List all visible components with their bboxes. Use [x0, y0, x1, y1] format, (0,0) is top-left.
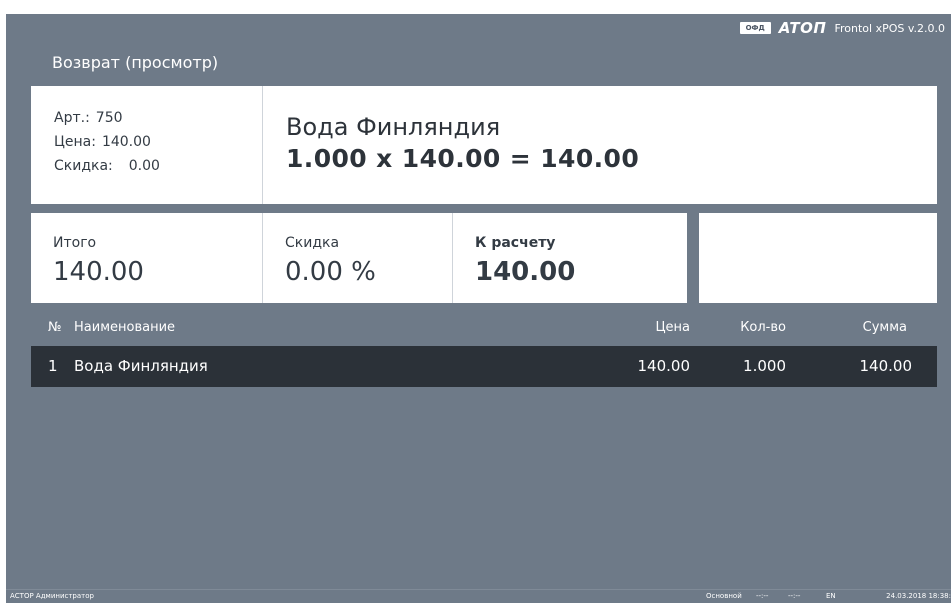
amount-due-cell: К расчету 140.00	[453, 213, 687, 303]
discount-cell: Скидка 0.00 %	[263, 213, 453, 303]
column-header-price: Цена	[655, 320, 690, 335]
ofd-badge: ОФД	[739, 22, 771, 34]
column-header-quantity: Кол-во	[740, 320, 786, 335]
brand-strip: ОФД ATOΠ Frontol xPOS v.2.0.0	[739, 19, 945, 37]
column-header-number: №	[48, 320, 62, 335]
price-label: Цена:	[54, 134, 96, 150]
status-mode: Основной	[706, 592, 742, 600]
row-name: Вода Финляндия	[74, 357, 208, 375]
item-summary: Вода Финляндия 1.000 x 140.00 = 140.00	[286, 112, 639, 176]
item-details: Арт.: 750 Цена: 140.00 Скидка: 0.00	[31, 86, 263, 204]
status-user: АСТОР Администратор	[10, 592, 94, 600]
discount-total-value: 0.00 %	[285, 257, 376, 287]
column-header-sum: Сумма	[862, 320, 907, 335]
price-value: 140.00	[101, 134, 151, 150]
row-quantity: 1.000	[743, 357, 786, 375]
item-formula: 1.000 x 140.00 = 140.00	[286, 144, 640, 173]
discount-value: 0.00	[128, 158, 160, 174]
receipt-table-header: № Наименование Цена Кол-во Сумма	[31, 320, 937, 342]
app-version: Frontol xPOS v.2.0.0	[834, 21, 945, 35]
total-label: Итого	[53, 235, 97, 251]
article-line: Арт.: 750	[54, 106, 262, 130]
article-value: 750	[95, 110, 123, 126]
screen-title: Возврат (просмотр)	[52, 53, 219, 72]
totals-panel: Итого 140.00 Скидка 0.00 % К расчету 140…	[31, 213, 687, 303]
total-cell: Итого 140.00	[31, 213, 263, 303]
row-sum: 140.00	[859, 357, 913, 375]
row-price: 140.00	[637, 357, 691, 375]
amount-due-label: К расчету	[475, 235, 556, 251]
discount-total-label: Скидка	[285, 235, 340, 251]
price-line: Цена: 140.00	[54, 130, 262, 154]
article-label: Арт.:	[54, 110, 90, 126]
table-row[interactable]: 1 Вода Финляндия 140.00 1.000 140.00	[31, 346, 937, 387]
row-number: 1	[48, 357, 58, 375]
discount-label: Скидка:	[54, 158, 113, 174]
pos-screen: ОФД ATOΠ Frontol xPOS v.2.0.0 Возврат (п…	[6, 14, 951, 603]
aton-logo: ATOΠ	[778, 19, 827, 37]
status-field-2: --:--	[788, 592, 801, 600]
status-bar: АСТОР Администратор Основной --:-- --:--…	[6, 589, 951, 603]
amount-due-value: 140.00	[475, 257, 576, 287]
column-header-name: Наименование	[74, 320, 176, 335]
status-field-1: --:--	[756, 592, 769, 600]
status-language: EN	[826, 592, 836, 600]
item-info-panel: Арт.: 750 Цена: 140.00 Скидка: 0.00 Вода Фи…	[31, 86, 937, 204]
status-datetime: 24.03.2018 18:38:	[886, 592, 951, 600]
item-name: Вода Финляндия	[286, 113, 501, 141]
discount-line: Скидка: 0.00	[54, 154, 262, 178]
total-value: 140.00	[53, 257, 144, 287]
blank-info-panel	[699, 213, 937, 303]
